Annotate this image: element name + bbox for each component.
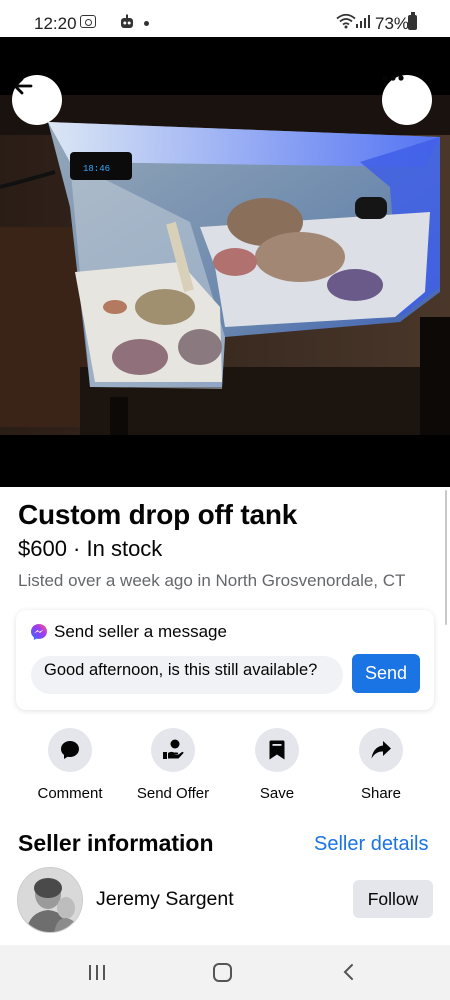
messenger-icon [31,624,47,640]
follow-button[interactable]: Follow [353,880,433,918]
seller-details-link[interactable]: Seller details [314,833,429,856]
send-offer-label: Send Offer [136,785,210,802]
save-action[interactable]: Save [225,728,329,802]
more-options-button[interactable] [382,75,432,125]
share-icon [371,741,391,759]
bookmark-icon [269,740,285,760]
system-nav-bar [0,945,450,1000]
notification-dot-icon [144,21,149,26]
camera-icon [80,15,96,28]
back-icon[interactable] [342,963,354,981]
send-message-heading: Send seller a message [54,622,227,641]
save-button[interactable] [255,728,299,772]
assistant-icon [121,14,133,28]
seller-name[interactable]: Jeremy Sargent [96,888,234,911]
listing-time-location: Listed over a week ago in North Grosveno… [18,571,406,590]
send-button[interactable]: Send [352,654,420,693]
arrow-left-icon [13,77,33,95]
comment-button[interactable] [48,728,92,772]
message-heading-row: Send seller a message [30,622,227,642]
home-icon[interactable] [213,963,232,982]
send-offer-button[interactable] [151,728,195,772]
listing-actions: Comment Send Offer Save Share [0,728,450,808]
message-input-text[interactable]: Good afternoon, is this still available? [44,660,329,680]
battery-icon [408,12,417,30]
comment-label: Comment [37,785,103,802]
seller-avatar-photo [18,868,82,932]
scroll-indicator [445,490,447,625]
share-action[interactable]: Share [329,728,433,802]
seller-info-heading: Seller information [18,830,214,856]
save-label: Save [259,785,295,802]
listing-photo-carousel[interactable]: 18:46 [0,37,450,487]
wifi-icon [336,13,356,29]
message-input[interactable]: Good afternoon, is this still available? [31,656,343,694]
comment-action[interactable]: Comment [18,728,122,802]
send-message-card: Send seller a message Good afternoon, is… [16,610,434,710]
offer-icon [163,739,184,759]
share-button[interactable] [359,728,403,772]
signal-icon [356,15,370,28]
recent-apps-icon[interactable] [89,965,105,980]
send-offer-action[interactable]: Send Offer [121,728,225,802]
battery-percent: 73% [375,14,410,33]
listing-price-status: $600 · In stock [18,536,163,561]
share-label: Share [360,785,402,802]
seller-avatar[interactable] [17,867,83,933]
more-horizontal-icon [382,75,404,81]
status-bar: 12:20 73% [0,0,450,40]
status-time: 12:20 [34,14,77,33]
tank-controller-display: 18:46 [83,164,110,174]
comment-icon [61,741,79,759]
back-button[interactable] [12,75,62,125]
listing-title: Custom drop off tank [18,499,298,530]
